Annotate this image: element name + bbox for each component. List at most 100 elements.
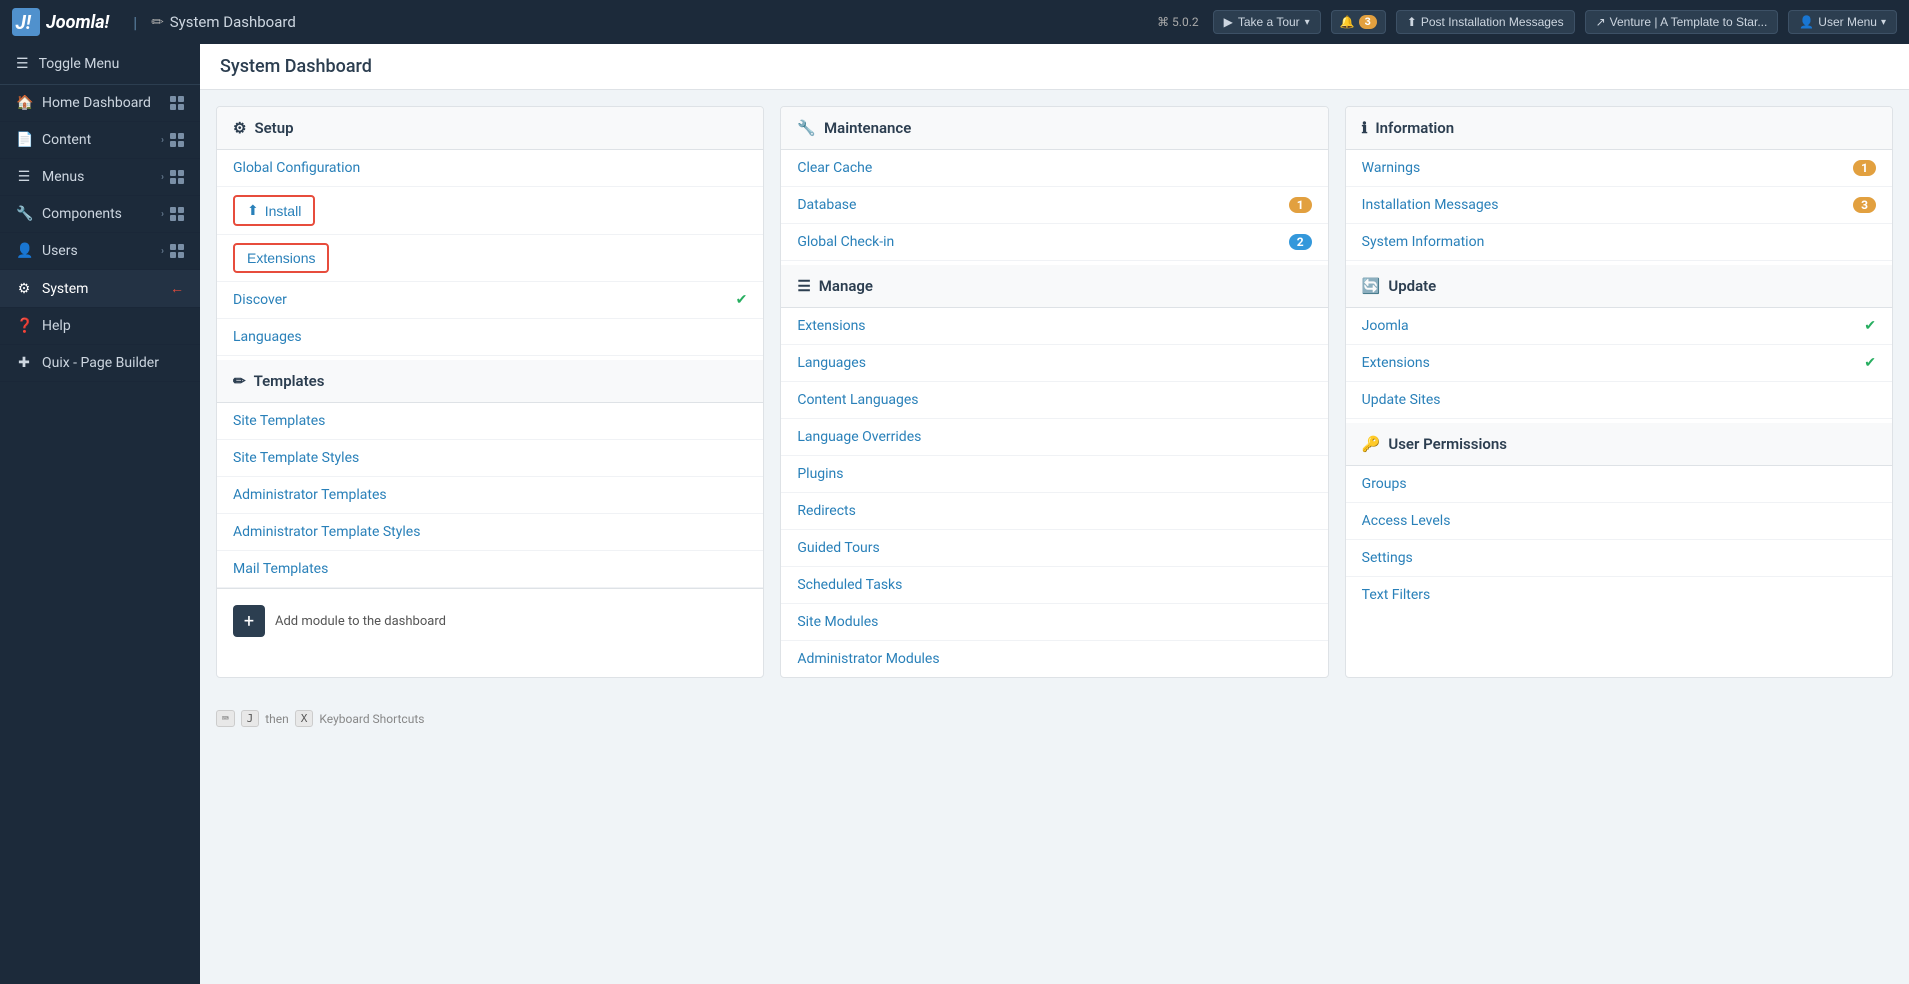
global-checkin-link[interactable]: Global Check-in — [797, 234, 894, 250]
extensions-install-button[interactable]: Extensions — [233, 243, 329, 273]
database-item[interactable]: Database 1 — [781, 187, 1327, 224]
content-languages-item[interactable]: Content Languages — [781, 382, 1327, 419]
groups-item[interactable]: Groups — [1346, 466, 1892, 503]
guided-tours-item[interactable]: Guided Tours — [781, 530, 1327, 567]
user-menu-button[interactable]: 👤 User Menu ▾ — [1788, 10, 1897, 34]
sidebar-item-quix[interactable]: ✚ Quix - Page Builder — [0, 345, 200, 382]
sidebar-item-components[interactable]: 🔧 Components › — [0, 196, 200, 233]
install-button[interactable]: ⬆ Install — [233, 195, 315, 226]
guided-tours-link[interactable]: Guided Tours — [797, 540, 879, 556]
update-icon: 🔄 — [1362, 277, 1381, 295]
settings-link[interactable]: Settings — [1362, 550, 1413, 566]
site-template-styles-item[interactable]: Site Template Styles — [217, 440, 763, 477]
plugins-item[interactable]: Plugins — [781, 456, 1327, 493]
installation-messages-link[interactable]: Installation Messages — [1362, 197, 1499, 213]
joomla-update-link[interactable]: Joomla — [1362, 318, 1409, 334]
plugins-link[interactable]: Plugins — [797, 466, 843, 482]
access-levels-link[interactable]: Access Levels — [1362, 513, 1451, 529]
admin-modules-item[interactable]: Administrator Modules — [781, 641, 1327, 677]
text-filters-link[interactable]: Text Filters — [1362, 587, 1431, 603]
language-overrides-link[interactable]: Language Overrides — [797, 429, 921, 445]
settings-item[interactable]: Settings — [1346, 540, 1892, 577]
grid-icon — [170, 96, 184, 110]
sidebar-item-help[interactable]: ❓ Help — [0, 308, 200, 345]
install-item: ⬆ Install — [217, 187, 763, 235]
quix-icon: ✚ — [16, 355, 32, 371]
sidebar-item-users[interactable]: 👤 Users › — [0, 233, 200, 270]
sidebar-item-menus[interactable]: ☰ Menus › — [0, 159, 200, 196]
update-sites-item[interactable]: Update Sites — [1346, 382, 1892, 419]
languages-link[interactable]: Languages — [233, 329, 302, 345]
site-template-styles-link[interactable]: Site Template Styles — [233, 450, 359, 466]
language-overrides-item[interactable]: Language Overrides — [781, 419, 1327, 456]
extensions-manage-link[interactable]: Extensions — [797, 318, 865, 334]
discover-item[interactable]: Discover ✔ — [217, 282, 763, 319]
venture-button[interactable]: ↗ Venture | A Template to Star... — [1585, 10, 1779, 34]
discover-link[interactable]: Discover — [233, 292, 287, 308]
extensions-update-link[interactable]: Extensions — [1362, 355, 1430, 371]
extensions-manage-item[interactable]: Extensions — [781, 308, 1327, 345]
text-filters-item[interactable]: Text Filters — [1346, 577, 1892, 613]
chevron-right-icon: › — [161, 246, 164, 257]
clear-cache-link[interactable]: Clear Cache — [797, 160, 872, 176]
database-link[interactable]: Database — [797, 197, 856, 213]
install-messages-badge: 3 — [1853, 197, 1876, 213]
post-install-button[interactable]: ⬆ Post Installation Messages — [1396, 10, 1575, 34]
warnings-link[interactable]: Warnings — [1362, 160, 1421, 176]
sidebar-item-content[interactable]: 📄 Content › — [0, 122, 200, 159]
site-templates-link[interactable]: Site Templates — [233, 413, 325, 429]
mail-templates-item[interactable]: Mail Templates — [217, 551, 763, 588]
installation-messages-item[interactable]: Installation Messages 3 — [1346, 187, 1892, 224]
keyboard-icon: ⌨ — [216, 710, 235, 727]
add-module-button[interactable]: + — [233, 605, 265, 637]
system-information-link[interactable]: System Information — [1362, 234, 1485, 250]
scheduled-tasks-link[interactable]: Scheduled Tasks — [797, 577, 902, 593]
admin-template-styles-link[interactable]: Administrator Template Styles — [233, 524, 420, 540]
manage-icon: ☰ — [797, 277, 810, 295]
admin-templates-item[interactable]: Administrator Templates — [217, 477, 763, 514]
languages-item[interactable]: Languages — [217, 319, 763, 356]
content-languages-link[interactable]: Content Languages — [797, 392, 918, 408]
redirects-item[interactable]: Redirects — [781, 493, 1327, 530]
notification-button[interactable]: 🔔 3 — [1331, 10, 1386, 34]
sidebar-item-home[interactable]: 🏠 Home Dashboard — [0, 85, 200, 122]
chevron-right-icon: › — [161, 172, 164, 183]
grid-icon — [170, 170, 184, 184]
update-sites-link[interactable]: Update Sites — [1362, 392, 1441, 408]
add-module-section[interactable]: + Add module to the dashboard — [217, 588, 763, 653]
sidebar: ☰ Home Dashboard Toggle Menu 🏠 Home Dash… — [0, 44, 200, 984]
site-modules-link[interactable]: Site Modules — [797, 614, 878, 630]
page-title: System Dashboard — [220, 56, 372, 77]
languages-manage-link[interactable]: Languages — [797, 355, 866, 371]
scheduled-tasks-item[interactable]: Scheduled Tasks — [781, 567, 1327, 604]
sidebar-toggle[interactable]: ☰ Home Dashboard Toggle Menu — [0, 44, 200, 85]
site-modules-item[interactable]: Site Modules — [781, 604, 1327, 641]
admin-modules-link[interactable]: Administrator Modules — [797, 651, 939, 667]
setup-header: ⚙ Setup — [217, 107, 763, 150]
access-levels-item[interactable]: Access Levels — [1346, 503, 1892, 540]
global-config-link[interactable]: Global Configuration — [233, 160, 360, 176]
languages-manage-item[interactable]: Languages — [781, 345, 1327, 382]
admin-templates-link[interactable]: Administrator Templates — [233, 487, 387, 503]
x-key: X — [295, 710, 314, 727]
groups-link[interactable]: Groups — [1362, 476, 1407, 492]
chevron-right-icon: › — [161, 209, 164, 220]
admin-template-styles-item[interactable]: Administrator Template Styles — [217, 514, 763, 551]
site-templates-item[interactable]: Site Templates — [217, 403, 763, 440]
templates-header: ✏ Templates — [217, 360, 763, 403]
mail-templates-link[interactable]: Mail Templates — [233, 561, 328, 577]
svg-text:J!: J! — [16, 11, 32, 34]
global-config-item[interactable]: Global Configuration — [217, 150, 763, 187]
sidebar-item-system[interactable]: ⚙ System ← — [0, 270, 200, 308]
global-checkin-item[interactable]: Global Check-in 2 — [781, 224, 1327, 261]
topbar: J! Joomla! | ✏ System Dashboard ⌘ 5.0.2 … — [0, 0, 1909, 44]
joomla-update-item[interactable]: Joomla ✔ — [1346, 308, 1892, 345]
clear-cache-item[interactable]: Clear Cache — [781, 150, 1327, 187]
logo[interactable]: J! Joomla! — [12, 8, 109, 36]
red-arrow-icon: ← — [170, 280, 184, 297]
take-a-tour-button[interactable]: ▶ Take a Tour ▾ — [1213, 10, 1321, 34]
warnings-item[interactable]: Warnings 1 — [1346, 150, 1892, 187]
system-information-item[interactable]: System Information — [1346, 224, 1892, 261]
extensions-update-item[interactable]: Extensions ✔ — [1346, 345, 1892, 382]
redirects-link[interactable]: Redirects — [797, 503, 856, 519]
